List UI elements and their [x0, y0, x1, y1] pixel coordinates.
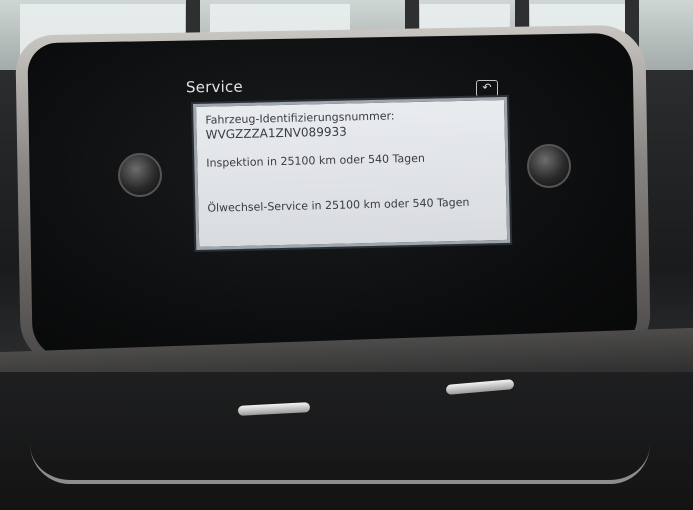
vin-value: WVGZZZA1ZNV089933 — [205, 124, 347, 142]
oil-service-text: Ölwechsel-Service in 25100 km oder 540 T… — [207, 195, 470, 215]
inspection-text: Inspektion in 25100 km oder 540 Tagen — [206, 151, 426, 170]
chrome-accent — [30, 390, 650, 484]
page-title: Service — [185, 77, 243, 97]
service-info-dialog: Fahrzeug-Identifizierungsnummer: WVGZZZA… — [193, 96, 511, 250]
back-button[interactable]: ↶ — [476, 80, 498, 97]
back-arrow-icon: ↶ — [482, 81, 492, 94]
car-dashboard-photo: Service ↶ Fahrzeug-Identifizierungsnumme… — [0, 0, 693, 510]
vin-label: Fahrzeug-Identifizierungsnummer: — [205, 109, 395, 127]
tuning-knob[interactable] — [527, 144, 571, 188]
volume-knob[interactable] — [118, 153, 162, 197]
